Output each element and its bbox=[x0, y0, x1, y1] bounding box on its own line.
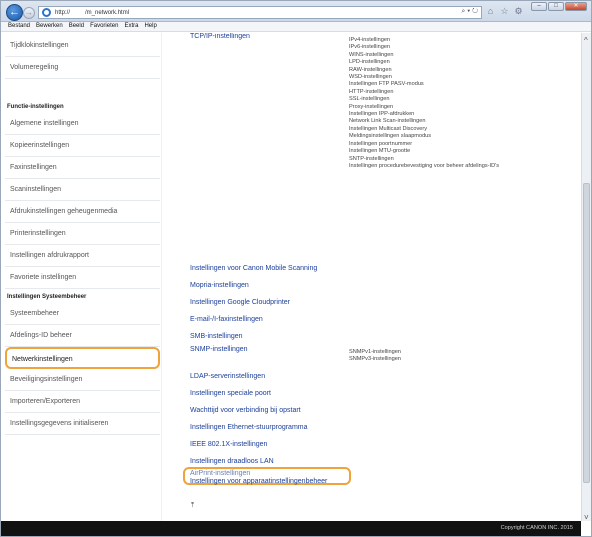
sidebar-item-printer[interactable]: Printerinstellingen bbox=[5, 223, 160, 245]
link-mopria[interactable]: Mopria-instellingen bbox=[190, 282, 249, 289]
link-ldap[interactable]: LDAP-serverinstellingen bbox=[190, 373, 265, 380]
sidebar-item-geheugenmedia[interactable]: Afdrukinstellingen geheugenmedia bbox=[5, 201, 160, 223]
vertical-scrollbar[interactable] bbox=[581, 33, 591, 521]
scroll-down-icon[interactable]: ˅ bbox=[584, 513, 589, 522]
sub-http: HTTP-instellingen bbox=[349, 88, 394, 95]
browser-window: ← → http:// /m_network.html ⌕ ▾ ↻ ⌂ ☆ ⚙ … bbox=[0, 0, 592, 537]
link-speciale-poort[interactable]: Instellingen speciale poort bbox=[190, 390, 271, 397]
back-button[interactable]: ← bbox=[6, 4, 23, 21]
scroll-thumb[interactable] bbox=[583, 183, 590, 483]
sidebar-item-volume[interactable]: Volumeregeling bbox=[5, 57, 160, 79]
link-wachttijd[interactable]: Wachttijd voor verbinding bij opstart bbox=[190, 407, 301, 414]
menu-bestand[interactable]: Bestand bbox=[5, 22, 33, 31]
sub-network-link: Network Link Scan-instellingen bbox=[349, 118, 426, 125]
sidebar-heading-functions: Functie-instellingen bbox=[7, 104, 64, 110]
sub-wsd: WSD-instellingen bbox=[349, 74, 392, 81]
sub-ipp: Instellingen IPP-afdrukken bbox=[349, 111, 415, 118]
sidebar-item-initialiseren[interactable]: Instellingsgegevens initialiseren bbox=[5, 413, 160, 435]
close-button[interactable]: ✕ bbox=[565, 2, 587, 11]
forward-button[interactable]: → bbox=[23, 7, 35, 19]
sub-wins: WINS-instellingen bbox=[349, 51, 394, 58]
menu-favorieten[interactable]: Favorieten bbox=[87, 22, 121, 31]
sub-procedure: Instellingen procedurebevestiging voor b… bbox=[349, 162, 500, 169]
sub-snmpv1: SNMPv1-instellingen bbox=[349, 349, 401, 355]
sidebar-item-netwerk[interactable]: Netwerkinstellingen bbox=[5, 347, 160, 369]
sidebar-item-import-export[interactable]: Importeren/Exporteren bbox=[5, 391, 160, 413]
sidebar-heading-system: Instellingen Systeembeheer bbox=[7, 294, 87, 300]
settings-gear-icon[interactable]: ⚙ bbox=[513, 6, 524, 17]
address-tools[interactable]: ⌕ ▾ ↻ bbox=[461, 8, 478, 16]
link-canon-mobile[interactable]: Instellingen voor Canon Mobile Scanning bbox=[190, 265, 317, 272]
sidebar-item-kopie[interactable]: Kopieerinstellingen bbox=[5, 135, 160, 157]
sub-poortnummer: Instellingen poortnummer bbox=[349, 140, 413, 147]
menu-bewerken[interactable]: Bewerken bbox=[33, 22, 66, 31]
sub-multicast: Instellingen Multicast Discovery bbox=[349, 125, 428, 132]
home-icon[interactable]: ⌂ bbox=[485, 6, 496, 17]
sub-snmpv3: SNMPv3-instellingen bbox=[349, 356, 401, 363]
sub-ftp: Instellingen FTP PASV-modus bbox=[349, 81, 424, 88]
sub-mtu: Instellingen MTU-grootte bbox=[349, 148, 411, 155]
snmp-sublist: SNMPv1-instellingen SNMPv3-instellingen bbox=[349, 349, 401, 364]
link-email-ifax[interactable]: E-mail-/I-faxinstellingen bbox=[190, 316, 263, 323]
favorites-star-icon[interactable]: ☆ bbox=[499, 6, 510, 17]
link-snmp[interactable]: SNMP-instellingen bbox=[190, 346, 248, 353]
sidebar-item-favoriet[interactable]: Favoriete instellingen bbox=[5, 267, 160, 289]
footer: Copyright CANON INC. 2015 bbox=[1, 521, 581, 536]
sidebar-item-systeembeheer[interactable]: Systeembeheer bbox=[5, 303, 160, 325]
link-smb[interactable]: SMB-instellingen bbox=[190, 333, 243, 340]
menu-bar: Bestand Bewerken Beeld Favorieten Extra … bbox=[1, 22, 591, 32]
sub-ssl: SSL-instellingen bbox=[349, 96, 390, 103]
scroll-up-icon[interactable]: ^ bbox=[584, 36, 588, 45]
sidebar-item-scan[interactable]: Scaninstellingen bbox=[5, 179, 160, 201]
maximize-button[interactable]: □ bbox=[548, 2, 564, 11]
page-content: Tijdklokinstellingen Volumeregeling Func… bbox=[1, 33, 581, 521]
link-wireless-lan[interactable]: Instellingen draadloos LAN bbox=[190, 458, 274, 465]
title-bar: ← → http:// /m_network.html ⌕ ▾ ↻ ⌂ ☆ ⚙ … bbox=[1, 1, 591, 22]
link-apparaatbeheer[interactable]: Instellingen voor apparaatinstellingenbe… bbox=[190, 478, 327, 485]
tcpip-sublist: IPv4-instellingen IPv6-instellingen WINS… bbox=[349, 37, 499, 170]
sub-raw: RAW-instellingen bbox=[349, 66, 392, 73]
sub-ipv6: IPv6-instellingen bbox=[349, 44, 391, 51]
sidebar-item-beveiliging[interactable]: Beveiligingsinstellingen bbox=[5, 369, 160, 391]
sidebar-item-afdrukrapport[interactable]: Instellingen afdrukrapport bbox=[5, 245, 160, 267]
column-divider bbox=[161, 33, 162, 521]
sidebar-item-tijdklok[interactable]: Tijdklokinstellingen bbox=[5, 35, 160, 57]
link-ethernet[interactable]: Instellingen Ethernet-stuurprogramma bbox=[190, 424, 308, 431]
menu-help[interactable]: Help bbox=[141, 22, 159, 31]
to-top-icon[interactable]: ⤒ bbox=[191, 502, 194, 510]
sub-lpd: LPD-instellingen bbox=[349, 59, 390, 66]
address-bar[interactable]: http:// /m_network.html ⌕ ▾ ↻ bbox=[38, 6, 482, 19]
sub-proxy: Proxy-instellingen bbox=[349, 103, 394, 110]
ie-logo-icon bbox=[42, 8, 51, 17]
link-ieee8021x[interactable]: IEEE 802.1X-instellingen bbox=[190, 441, 267, 448]
link-google-cloud[interactable]: Instellingen Google Cloudprinter bbox=[190, 299, 290, 306]
link-tcpip[interactable]: TCP/IP-instellingen bbox=[190, 33, 250, 40]
menu-beeld[interactable]: Beeld bbox=[66, 22, 87, 31]
sub-ipv4: IPv4-instellingen bbox=[349, 37, 391, 43]
url-text: http:// /m_network.html bbox=[55, 9, 130, 16]
sidebar-item-fax[interactable]: Faxinstellingen bbox=[5, 157, 160, 179]
sidebar-item-algemeen[interactable]: Algemene instellingen bbox=[5, 113, 160, 135]
menu-extra[interactable]: Extra bbox=[121, 22, 141, 31]
sub-sntp: SNTP-instellingen bbox=[349, 155, 394, 162]
minimize-button[interactable]: – bbox=[531, 2, 547, 11]
sub-slaapmodus: Meldingsinstellingen slaapmodus bbox=[349, 133, 432, 140]
sidebar-item-afdelings-id[interactable]: Afdelings-ID beheer bbox=[5, 325, 160, 347]
